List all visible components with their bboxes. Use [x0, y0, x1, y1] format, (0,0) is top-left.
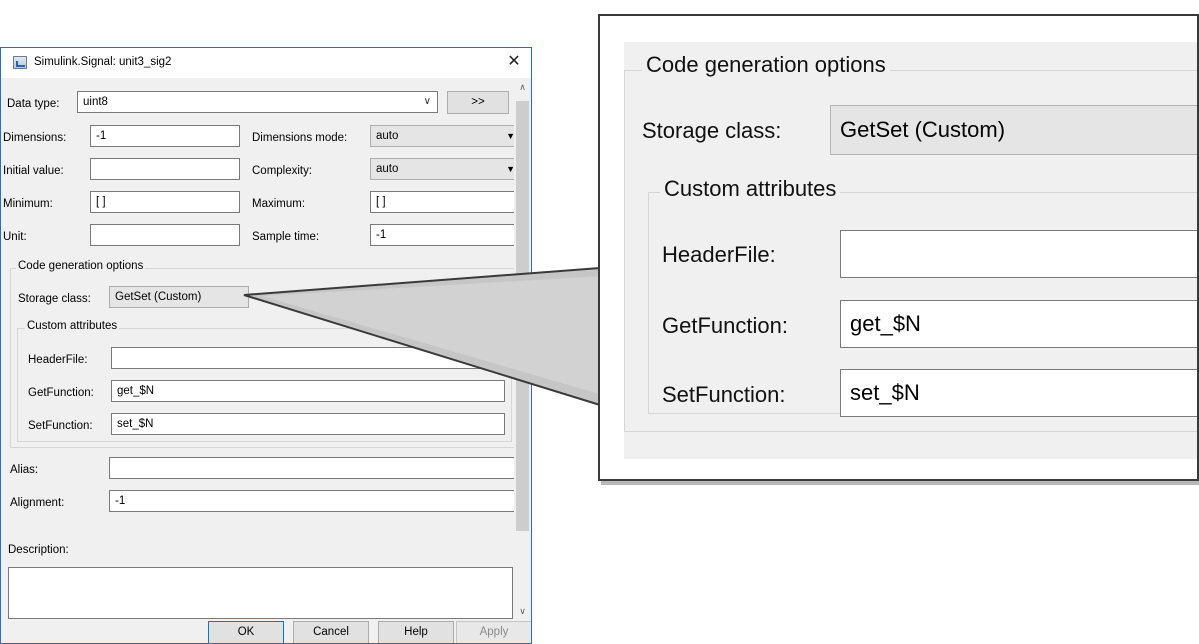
zoom-get-function-field[interactable]: get_$N	[840, 300, 1197, 348]
zoom-storage-class-label: Storage class:	[642, 118, 782, 143]
zoom-storage-class-select[interactable]: GetSet (Custom)	[830, 105, 1197, 155]
zoom-get-function-label: GetFunction:	[662, 313, 788, 338]
zoom-set-function-label: SetFunction:	[662, 382, 786, 407]
zoom-header-file-field[interactable]	[840, 230, 1197, 278]
zoom-header-file-label: HeaderFile:	[662, 242, 776, 267]
zoom-code-generation-title: Code generation options	[642, 52, 890, 78]
zoom-custom-attributes-title: Custom attributes	[660, 176, 841, 202]
zoom-callout: Code generation options Storage class: G…	[598, 14, 1199, 481]
zoom-set-function-field[interactable]: set_$N	[840, 369, 1197, 417]
